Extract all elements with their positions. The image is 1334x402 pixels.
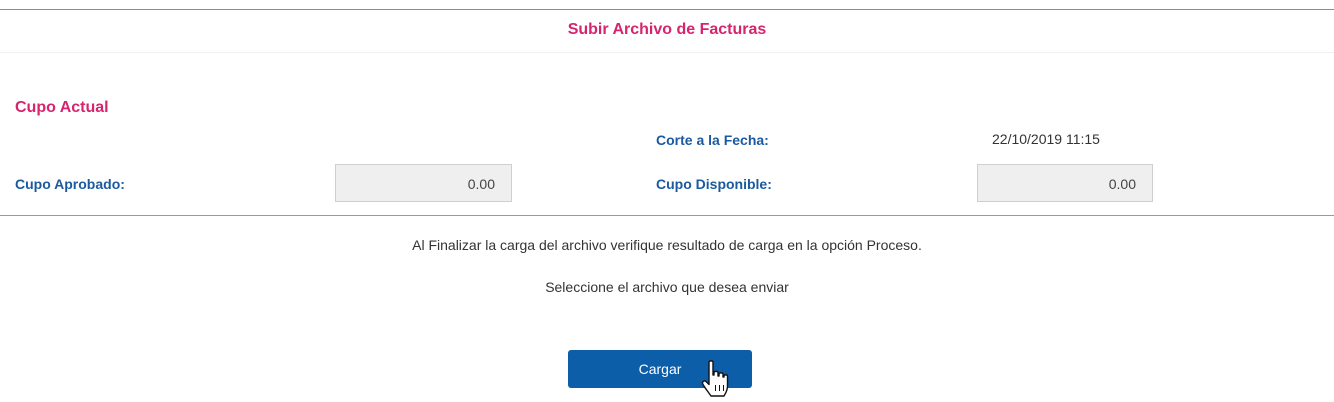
cupo-disponible-field: 0.00 — [977, 164, 1153, 202]
upload-notice: Al Finalizar la carga del archivo verifi… — [412, 237, 922, 253]
cupo-disponible-label: Cupo Disponible: — [656, 176, 772, 192]
cupo-aprobado-label: Cupo Aprobado: — [15, 176, 125, 192]
page-title: Subir Archivo de Facturas — [567, 21, 767, 38]
cupo-aprobado-field: 0.00 — [335, 164, 512, 202]
hand-pointer-icon — [701, 360, 729, 397]
section-title-cupo-actual: Cupo Actual — [15, 99, 109, 116]
section-divider — [0, 215, 1334, 216]
corte-fecha-value: 22/10/2019 11:15 — [992, 131, 1100, 147]
corte-fecha-label: Corte a la Fecha: — [656, 132, 769, 148]
upload-instruction: Seleccione el archivo que desea enviar — [545, 279, 789, 295]
